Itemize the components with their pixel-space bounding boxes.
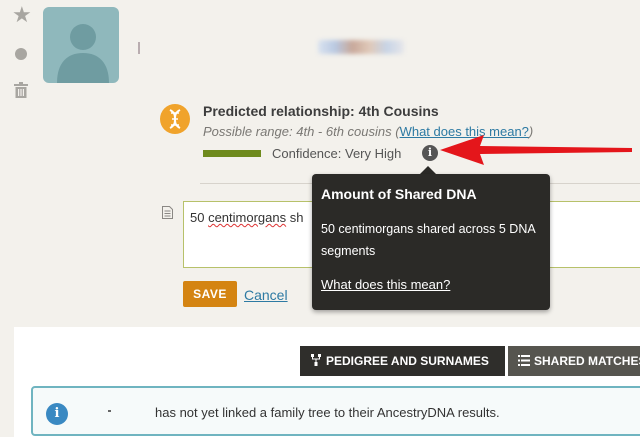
info-circle-icon: i <box>46 403 68 425</box>
save-button[interactable]: SAVE <box>183 281 237 307</box>
relationship-title: Predicted relationship: 4th Cousins <box>203 103 439 119</box>
note-text: 50 centimorgans sh <box>190 210 303 225</box>
tooltip-caret <box>420 166 436 174</box>
dot-icon[interactable] <box>15 48 27 60</box>
shared-dna-tooltip: Amount of Shared DNA 50 centimorgans sha… <box>312 174 550 310</box>
tab-pedigree-and-surnames[interactable]: PEDIGREE AND SURNAMES <box>300 346 505 376</box>
dna-icon <box>160 104 190 134</box>
family-tree-icon <box>311 354 321 366</box>
name-marker <box>138 42 140 54</box>
avatar[interactable] <box>43 7 119 83</box>
redacted-name <box>318 40 404 54</box>
confidence-label: Confidence: Very High <box>272 146 402 161</box>
tab-shared-label: SHARED MATCHES <box>534 354 640 368</box>
tooltip-help-link[interactable]: What does this mean? <box>321 277 450 292</box>
tooltip-body: 50 centimorgans shared across 5 DNA segm… <box>321 222 535 258</box>
alert-marker <box>108 410 111 412</box>
confidence-bar <box>203 150 261 157</box>
list-icon <box>518 355 530 366</box>
person-silhouette-icon <box>57 24 109 83</box>
alert-text: has not yet linked a family tree to thei… <box>155 405 500 420</box>
note-text-prefix: 50 <box>190 210 209 225</box>
star-icon[interactable]: ★ <box>12 4 32 26</box>
note-text-suffix: sh <box>286 210 304 225</box>
trash-icon[interactable] <box>14 82 28 98</box>
red-arrow-icon <box>440 135 632 165</box>
possible-range-text: Possible range: 4th - 6th cousins ( <box>203 124 400 139</box>
tab-shared-matches[interactable]: SHARED MATCHES <box>508 346 640 376</box>
cancel-link[interactable]: Cancel <box>244 287 288 303</box>
tooltip-title: Amount of Shared DNA <box>321 186 477 202</box>
note-icon <box>162 206 173 219</box>
tab-pedigree-label: PEDIGREE AND SURNAMES <box>326 354 489 368</box>
note-text-misspelled: centimorgans <box>208 210 287 225</box>
